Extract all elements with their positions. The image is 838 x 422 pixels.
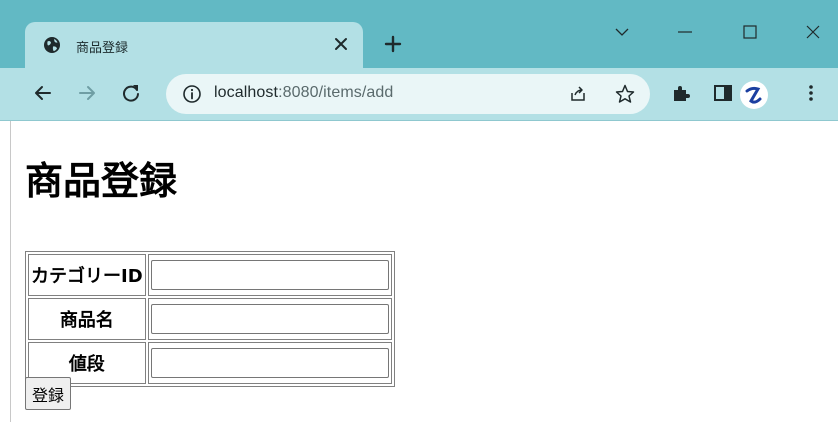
profile-logo-icon <box>745 86 762 104</box>
form-row-category: カテゴリーID <box>28 254 392 296</box>
reload-icon[interactable] <box>120 82 142 104</box>
new-tab-icon[interactable] <box>384 35 402 53</box>
url-text[interactable]: localhost:8080/items/add <box>214 84 393 102</box>
browser-tab[interactable]: 商品登録 <box>25 22 363 68</box>
share-icon[interactable] <box>568 84 588 104</box>
tab-title: 商品登録 <box>76 41 129 56</box>
item-name-label: 商品名 <box>28 298 146 340</box>
minimize-icon[interactable] <box>675 22 695 42</box>
menu-icon[interactable] <box>800 82 822 104</box>
info-icon[interactable] <box>182 84 202 104</box>
star-icon[interactable] <box>614 83 636 105</box>
back-arrow-icon[interactable] <box>32 82 54 104</box>
url-host: localhost <box>214 84 279 101</box>
address-bar[interactable]: localhost:8080/items/add <box>166 74 650 114</box>
side-panel-icon[interactable] <box>712 82 734 104</box>
category-id-input[interactable] <box>150 260 389 290</box>
chevron-down-icon[interactable] <box>612 22 632 42</box>
category-id-cell <box>147 254 392 296</box>
register-button[interactable]: 登録 <box>25 377 72 410</box>
close-icon[interactable] <box>803 22 823 42</box>
form-row-name: 商品名 <box>28 298 392 340</box>
globe-icon <box>44 37 60 53</box>
form-row-price: 値段 <box>28 342 392 384</box>
maximize-icon[interactable] <box>740 22 760 42</box>
tab-strip: 商品登録 <box>0 0 838 68</box>
page-left-edge <box>0 121 11 422</box>
item-name-cell <box>147 298 392 340</box>
browser-toolbar: localhost:8080/items/add <box>0 68 838 120</box>
category-id-label: カテゴリーID <box>28 254 146 296</box>
page-content: 商品登録 カテゴリーID 商品名 値段 登録 <box>11 121 838 422</box>
forward-arrow-icon[interactable] <box>76 82 98 104</box>
browser-window: 商品登録 localhost:8080/items/add 商品登録 カテゴリー… <box>0 0 838 422</box>
url-path: :8080/items/add <box>278 84 394 101</box>
profile-avatar[interactable] <box>740 81 768 109</box>
extensions-icon[interactable] <box>670 82 692 104</box>
tab-close-icon[interactable] <box>331 34 351 54</box>
price-input[interactable] <box>150 348 389 378</box>
item-form-table: カテゴリーID 商品名 値段 <box>25 251 395 387</box>
page-title: 商品登録 <box>25 159 178 203</box>
item-name-input[interactable] <box>150 304 389 334</box>
price-cell <box>147 342 392 384</box>
